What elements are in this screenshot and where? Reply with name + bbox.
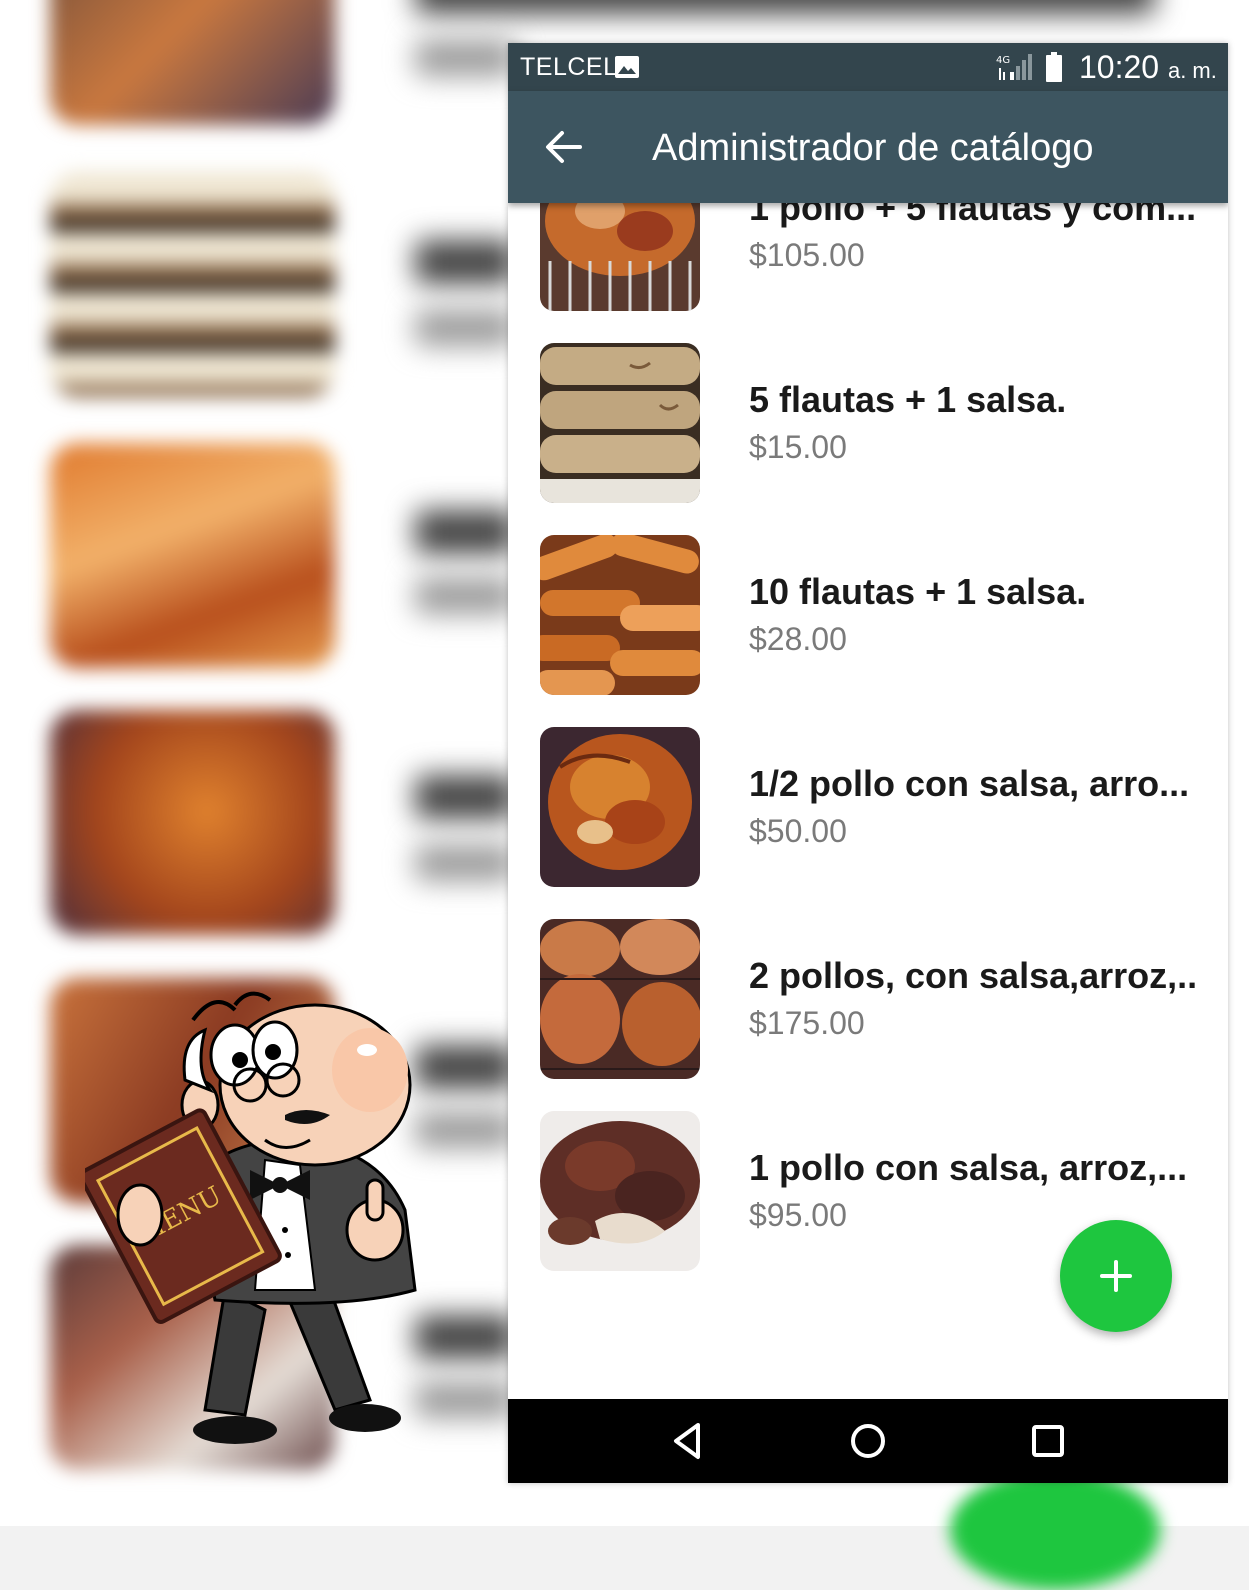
product-name: 1 pollo con salsa, arroz,... [749,1147,1188,1188]
image-notification-icon [615,56,639,78]
product-price: $28.00 [749,621,847,657]
product-name: 1 pollo + 5 flautas y com... [749,203,1197,228]
product-price: $50.00 [749,813,847,849]
bg-thumb [50,172,335,397]
product-thumbnail [540,727,700,887]
catalog-item[interactable]: 1/2 pollo con salsa, arro... $50.00 [508,727,1228,919]
clock-time: 10:20 [1079,49,1160,85]
network-type-label: 4G [996,55,1010,66]
nav-home-icon[interactable] [844,1417,892,1465]
product-name: 10 flautas + 1 salsa. [749,571,1087,612]
product-thumbnail [540,203,700,311]
product-name: 5 flautas + 1 salsa. [749,379,1067,420]
product-thumbnail [540,535,700,695]
product-thumbnail [540,1111,700,1271]
product-name: 2 pollos, con salsa,arroz,... [749,955,1199,996]
bg-text [415,578,515,614]
back-arrow-icon[interactable] [544,127,584,167]
system-nav-bar [508,1399,1228,1483]
nav-back-icon[interactable] [664,1417,712,1465]
product-thumbnail [540,919,700,1079]
carrier-label: TELCEL [520,53,618,81]
battery-icon [1046,52,1062,82]
product-price: $95.00 [749,1197,847,1233]
bg-fab [950,1470,1160,1590]
product-price: $15.00 [749,429,847,465]
bg-text [415,240,515,284]
app-bar: Administrador de catálogo [508,91,1228,203]
bg-text [415,845,515,881]
bg-thumb [50,443,335,668]
nav-recents-icon[interactable] [1024,1417,1072,1465]
plus-icon [1100,1260,1132,1292]
waiter-mascot-illustration: MENU [85,991,417,1444]
bg-text [415,0,1155,14]
bg-text [415,775,515,819]
bg-thumb [50,710,335,935]
catalog-item[interactable]: 5 flautas + 1 salsa. $15.00 [508,343,1228,535]
phone-screen: TELCEL 4G 10:20 a. m. Administrador de c… [508,43,1228,1483]
clock-ampm: a. m. [1167,58,1217,83]
product-thumbnail [540,343,700,503]
bg-text [415,310,515,346]
product-price: $105.00 [749,237,865,273]
bg-thumb [50,0,335,125]
catalog-item[interactable]: 1 pollo + 5 flautas y com... $105.00 [508,203,1228,343]
product-name: 1/2 pollo con salsa, arro... [749,763,1190,804]
catalog-item[interactable]: 2 pollos, con salsa,arroz,... $175.00 [508,919,1228,1111]
status-bar: TELCEL 4G 10:20 a. m. [508,43,1228,91]
page-title: Administrador de catálogo [652,127,1094,169]
clock: 10:20 a. m. [1079,49,1217,86]
signal-4g-icon: 4G [996,54,1032,80]
add-product-button[interactable] [1060,1220,1172,1332]
bg-text [415,510,515,554]
product-price: $175.00 [749,1005,865,1041]
bg-text [415,40,515,76]
catalog-item[interactable]: 10 flautas + 1 salsa. $28.00 [508,535,1228,727]
